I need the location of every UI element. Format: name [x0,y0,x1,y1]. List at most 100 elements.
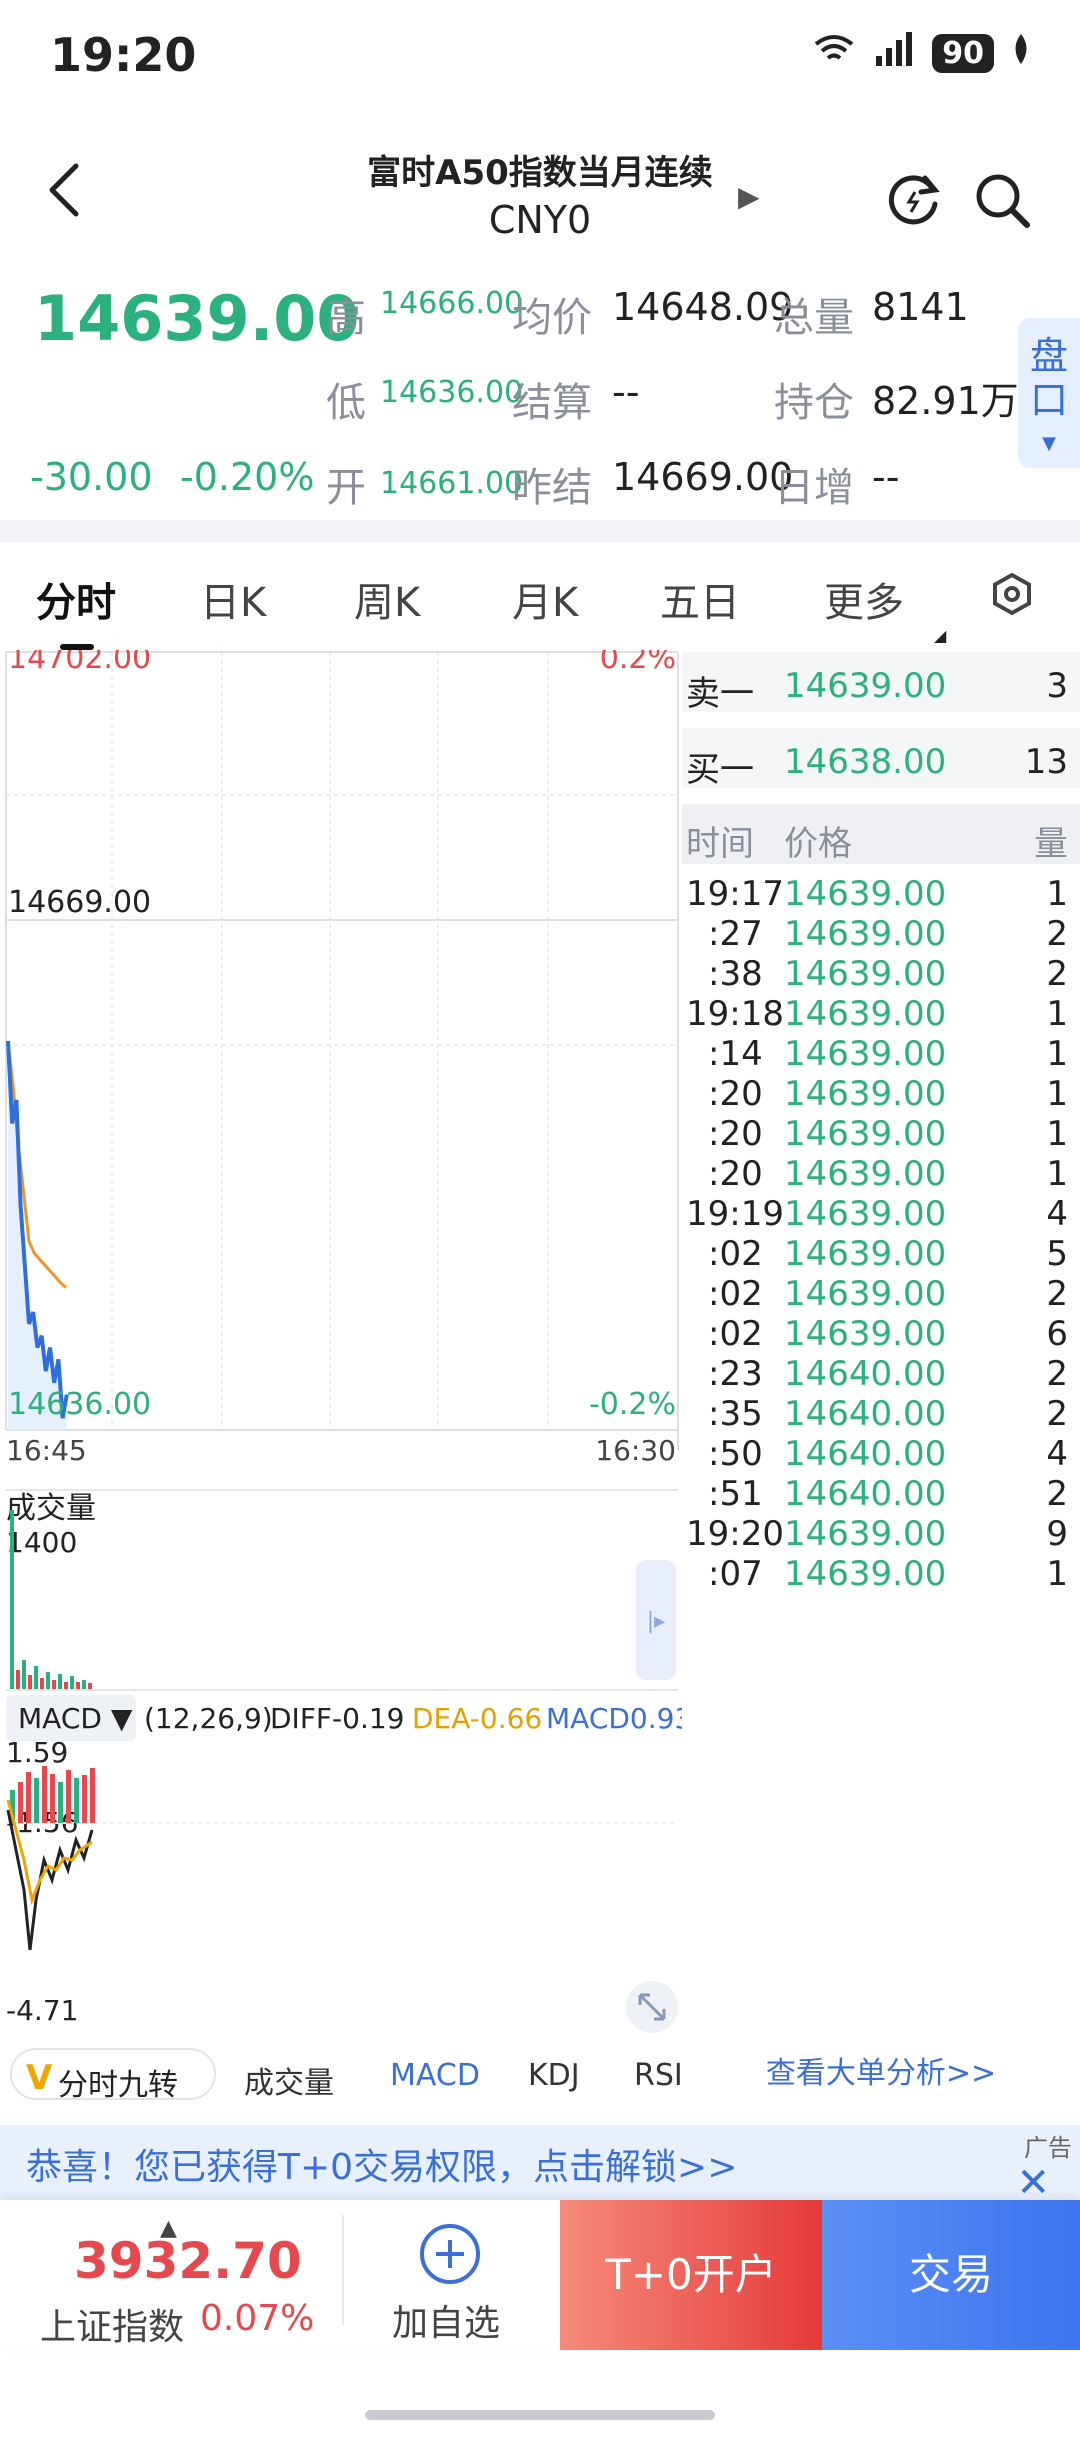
tick-qty: 2 [1046,1354,1068,1394]
tick-time: :02 [708,1314,763,1354]
tick-row: :07 14639.00 1 [682,1554,1080,1594]
high-label: 高 [326,295,366,341]
index-name[interactable]: 上证指数 [40,2298,184,2350]
price-change: -30.00 [30,455,153,499]
page-title[interactable]: 富时A50指数当月连续 [300,145,780,194]
pankou-toggle[interactable]: 盘口 ▼ [1018,318,1080,468]
bid-price: 14638.00 [784,742,947,782]
macd-label: MACD ▼ [18,1702,133,1735]
avg-value: 14648.09 [612,285,794,329]
tab-monthly-k[interactable]: 月K [512,570,578,628]
tick-row: 19:20 14639.00 9 [682,1514,1080,1554]
intraday-chart[interactable]: 14702.00 0.2% 14669.00 14636.00 -0.2% 16… [0,650,682,1450]
tick-price: 14639.00 [784,954,947,994]
tick-price: 14639.00 [784,1514,947,1554]
tick-row: 19:18 14639.00 1 [682,994,1080,1034]
tick-row: :20 14639.00 1 [682,1114,1080,1154]
ind-kdj[interactable]: KDJ [528,2058,580,2093]
promo-text[interactable]: 恭喜！您已获得T+0交易权限，点击解锁>> [26,2138,737,2190]
macd-top-label: 1.59 [6,1736,68,1769]
tick-qty: 2 [1046,954,1068,994]
ind-macd[interactable]: MACD [390,2058,480,2093]
tab-five-day[interactable]: 五日 [660,570,740,628]
expand-arrow-icon: |▸ [647,1609,665,1634]
tab-more[interactable]: 更多 [824,570,904,628]
bid-row[interactable]: 买一 14638.00 13 [682,728,1080,790]
tick-price: 14639.00 [784,874,947,914]
tick-row: :35 14640.00 2 [682,1394,1080,1434]
tick-qty: 1 [1046,994,1068,1034]
page-subtitle[interactable]: CNY0 [300,198,780,242]
tick-price: 14640.00 [784,1394,947,1434]
pankou-label: 盘口 [1029,334,1068,422]
y-axis-top-pct: 0.2% [600,650,676,676]
system-icons: 90 [812,32,1032,74]
tick-price: 14639.00 [784,1034,947,1074]
search-icon [976,174,1030,228]
macd-dea: DEA-0.66 [412,1702,542,1735]
ask-row[interactable]: 卖一 14639.00 3 [682,652,1080,714]
index-pct[interactable]: 0.07% [200,2298,314,2339]
tick-time: :20 [708,1154,763,1194]
indicator-panels[interactable]: 16:45 16:30 成交量 1400 |▸ MACD ▼ (12,26,9)… [0,1430,682,2040]
tick-qty: 6 [1046,1314,1068,1354]
tick-qty: 4 [1046,1194,1068,1234]
search-button[interactable] [972,170,1032,230]
tick-qty: 1 [1046,1074,1068,1114]
v-logo-icon: V [26,2058,53,2098]
tick-time: 19:17 [686,874,784,914]
refresh-button[interactable] [885,170,943,228]
caret-down-icon: ▼ [1042,433,1056,454]
tick-row: :27 14639.00 2 [682,914,1080,954]
open-value: 14661.00 [380,466,524,501]
nine-turn-button[interactable]: V 分时九转 [10,2048,216,2103]
time-start-label: 16:45 [6,1434,87,1467]
nine-turn-label: 分时九转 [58,2068,178,2103]
tick-row: :02 14639.00 2 [682,1274,1080,1314]
back-button[interactable] [40,160,90,220]
tick-price: 14639.00 [784,1314,947,1354]
settings-button[interactable] [990,572,1034,616]
tick-qty: 1 [1046,874,1068,914]
indicator-bar: V 分时九转 成交量 MACD KDJ RSI [0,2040,682,2108]
t0-open-account-button[interactable]: T+0开户 [560,2200,822,2350]
col-price: 价格 [784,824,852,864]
index-value[interactable]: 3932.70 [74,2232,302,2290]
ind-rsi[interactable]: RSI [634,2058,680,2093]
prev-settle-label: 昨结 [512,465,592,511]
tab-daily-k[interactable]: 日K [200,570,266,628]
tick-row: :51 14640.00 2 [682,1474,1080,1514]
play-arrow-icon[interactable]: ▶ [738,180,760,213]
ind-volume[interactable]: 成交量 [244,2058,334,2102]
ticks-header: 时间 价格 量 [682,804,1080,864]
y-axis-bottom-price: 14636.00 [8,1387,151,1422]
tab-intraday[interactable]: 分时 [36,570,116,628]
ad-label: 广告 [1024,2134,1072,2162]
tick-row: :20 14639.00 1 [682,1074,1080,1114]
tick-row: :14 14639.00 1 [682,1034,1080,1074]
bid-qty: 13 [1024,742,1068,782]
add-watchlist-label[interactable]: 加自选 [392,2294,500,2346]
big-order-link[interactable]: 查看大单分析>> [682,2040,1080,2108]
tick-qty: 2 [1046,1474,1068,1514]
refresh-icon [888,175,940,225]
tick-qty: 9 [1046,1514,1068,1554]
add-watchlist-button[interactable] [418,2222,482,2286]
tick-row: :38 14639.00 2 [682,954,1080,994]
tick-qty: 2 [1046,914,1068,954]
wifi-icon [812,32,856,74]
volume-max-label: 1400 [6,1526,77,1559]
daily-inc-label: 日增 [774,465,854,511]
open-label: 开 [326,465,366,511]
tick-qty: 5 [1046,1234,1068,1274]
volume-label: 总量 [774,295,854,341]
trade-button[interactable]: 交易 [822,2200,1080,2350]
leaf-icon [1010,32,1032,74]
daily-inc-value: -- [872,455,900,499]
tick-row: :20 14639.00 1 [682,1154,1080,1194]
tick-price: 14639.00 [784,1194,947,1234]
tick-price: 14639.00 [784,1554,947,1594]
tick-price: 14639.00 [784,1114,947,1154]
tab-weekly-k[interactable]: 周K [354,570,420,628]
macd-histogram [10,1766,95,1823]
